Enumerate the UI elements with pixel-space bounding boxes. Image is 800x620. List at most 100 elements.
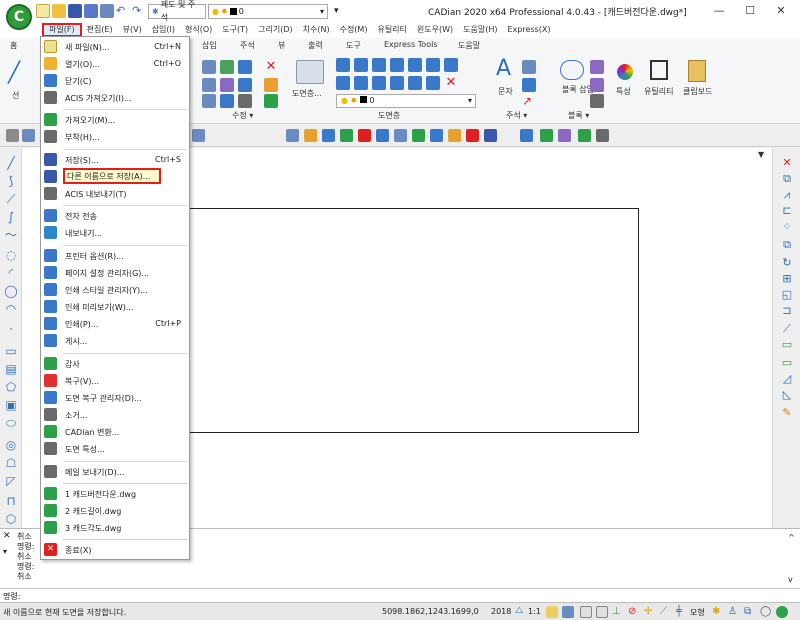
annotation-group-label[interactable]: 주석 ▾ (506, 110, 527, 121)
menu-item-recent-3[interactable]: 3 캐드각도.dwg (41, 520, 189, 536)
scroll-up-icon[interactable]: ^ (788, 533, 795, 542)
modify-icon-2[interactable] (220, 60, 234, 74)
zoom-icon-3[interactable] (322, 129, 335, 142)
menu-item-acis-export[interactable]: ACIS 내보내기(T) (41, 186, 189, 202)
arc-icon[interactable]: ◜ (4, 266, 18, 280)
fillet-icon[interactable]: ◺ (780, 388, 794, 402)
menu-help[interactable]: 도움말(H) (458, 23, 502, 37)
modify-icon-7[interactable] (264, 78, 278, 92)
rotate-icon[interactable]: ↻ (780, 256, 794, 270)
line-icon[interactable]: ╱ (4, 156, 18, 170)
layer-combo[interactable]: ● ✹ 0 ▾ (336, 94, 476, 108)
zoom-icon-8[interactable] (412, 129, 425, 142)
model-indicator[interactable]: 모형 (690, 607, 705, 618)
tab-insert[interactable]: 삽입 (202, 40, 217, 51)
polar-icon[interactable]: ⊘ (628, 606, 640, 618)
zoom-icon-2[interactable] (304, 129, 317, 142)
layer-tool-icon-10[interactable] (372, 76, 386, 90)
region-icon[interactable]: ⬠ (4, 380, 18, 394)
maximize-button[interactable]: ☐ (735, 2, 765, 20)
layer-tool-icon-3[interactable] (372, 58, 386, 72)
save-icon[interactable] (68, 4, 82, 18)
point-icon[interactable]: · (4, 322, 18, 336)
wipeout-icon[interactable]: ⊓ (4, 494, 18, 508)
menu-insert[interactable]: 삽입(I) (147, 23, 180, 37)
tab-output[interactable]: 출력 (308, 40, 323, 51)
mirror-icon[interactable]: ⩘ (780, 188, 794, 202)
menu-item-recent-2[interactable]: 2 캐드길이.dwg (41, 503, 189, 519)
layer-tool-icon-2[interactable] (354, 58, 368, 72)
menu-item-page-setup[interactable]: 페이지 설정 관리자(G)... (41, 265, 189, 281)
ellipse-icon[interactable]: ◯ (4, 284, 18, 298)
grid-icon[interactable] (596, 606, 608, 618)
modify-icon-11[interactable] (264, 94, 278, 108)
menu-file[interactable]: 파일(F) (42, 23, 82, 37)
layer-tool-icon-5[interactable] (408, 58, 422, 72)
layout-icon[interactable]: ⧉ (744, 606, 756, 618)
modify-icon-3[interactable] (238, 60, 252, 74)
offset-icon[interactable]: ⊏ (780, 204, 794, 218)
layer-tool-icon-7[interactable] (444, 58, 458, 72)
qat-customize-icon[interactable]: ▾ (334, 6, 339, 16)
menu-dimension[interactable]: 치수(N) (298, 23, 335, 37)
minimize-button[interactable]: — (704, 2, 734, 20)
modify-icon-9[interactable] (220, 94, 234, 108)
layer-delete-icon[interactable]: ✕ (444, 76, 458, 90)
layer-tool-icon-6[interactable] (426, 58, 440, 72)
open-icon[interactable] (52, 4, 66, 18)
menu-draw[interactable]: 그리기(D) (253, 23, 297, 37)
modify-icon-5[interactable] (220, 78, 234, 92)
menu-item-open[interactable]: 열기(O)... Ctrl+O (41, 56, 189, 72)
zoom-icon-7[interactable] (394, 129, 407, 142)
clean-screen-icon[interactable]: ◯ (760, 606, 772, 618)
menu-express[interactable]: Express(X) (502, 23, 555, 37)
annotation-scale-icon[interactable]: ⧍ (515, 606, 527, 618)
tab-tools[interactable]: 도구 (346, 40, 361, 51)
zoom-icon-10[interactable] (448, 129, 461, 142)
view-icon-5[interactable] (596, 129, 609, 142)
modify-icon-1[interactable] (202, 60, 216, 74)
tab-view[interactable]: 뷰 (278, 40, 285, 51)
undo-icon[interactable]: ↶ (116, 4, 130, 18)
block-group-label[interactable]: 블록 ▾ (568, 110, 589, 121)
layer-tool-icon-11[interactable] (390, 76, 404, 90)
layer-tool-icon-9[interactable] (354, 76, 368, 90)
layer-tool-icon-1[interactable] (336, 58, 350, 72)
move-icon[interactable]: ⧉ (780, 238, 794, 252)
osnap-icon[interactable]: ✛ (644, 606, 656, 618)
menu-item-recent-1[interactable]: 1 캐드버전다운.dwg (41, 486, 189, 502)
menu-tools[interactable]: 도구(T) (217, 23, 253, 37)
new-icon[interactable] (36, 4, 50, 18)
modify-icon-6[interactable] (238, 78, 252, 92)
rectangle-icon[interactable]: ▭ (4, 344, 18, 358)
menu-item-drawing-properties[interactable]: 도면 특성... (41, 441, 189, 457)
explode-icon[interactable]: ✎ (780, 406, 794, 420)
menu-item-save[interactable]: 저장(S)... Ctrl+S (41, 152, 189, 168)
ring-icon[interactable]: ◎ (4, 438, 18, 452)
text-tool-icon[interactable]: A (496, 56, 511, 81)
lineweight-icon[interactable]: ╪ (676, 606, 688, 618)
menu-item-print-preview[interactable]: 인쇄 미리보기(W)... (41, 299, 189, 315)
ellipse-arc-icon[interactable]: ◠ (4, 302, 18, 316)
tab-help[interactable]: 도움말 (458, 40, 480, 51)
layer-tool-icon-12[interactable] (408, 76, 422, 90)
menu-view[interactable]: 뷰(V) (118, 23, 147, 37)
tab-annotate[interactable]: 주석 (240, 40, 255, 51)
circle-icon[interactable]: ◌ (4, 248, 18, 262)
hatch-icon[interactable]: ▤ (4, 362, 18, 376)
menu-item-recovery-manager[interactable]: 도면 복구 관리자(D)... (41, 390, 189, 406)
revcloud-icon[interactable]: ◸ (4, 474, 18, 488)
zoom-icon-12[interactable] (484, 129, 497, 142)
menu-item-new[interactable]: 새 파일(N)... Ctrl+N (41, 39, 189, 55)
close-icon[interactable]: ✕ (3, 531, 11, 541)
layer-tool-icon-13[interactable] (426, 76, 440, 90)
erase-icon[interactable]: ✕ (780, 156, 794, 170)
donut-icon[interactable]: ⬭ (4, 416, 18, 430)
scale-icon[interactable]: ⊞ (780, 272, 794, 286)
status-icon-2[interactable] (562, 606, 574, 618)
modify-group-label[interactable]: 수정 ▾ (232, 110, 253, 121)
menu-item-attach[interactable]: 부착(H)... (41, 129, 189, 145)
zoom-icon-1[interactable] (286, 129, 299, 142)
toolbar-icon-1[interactable] (6, 129, 19, 142)
save-as-icon[interactable] (84, 4, 98, 18)
